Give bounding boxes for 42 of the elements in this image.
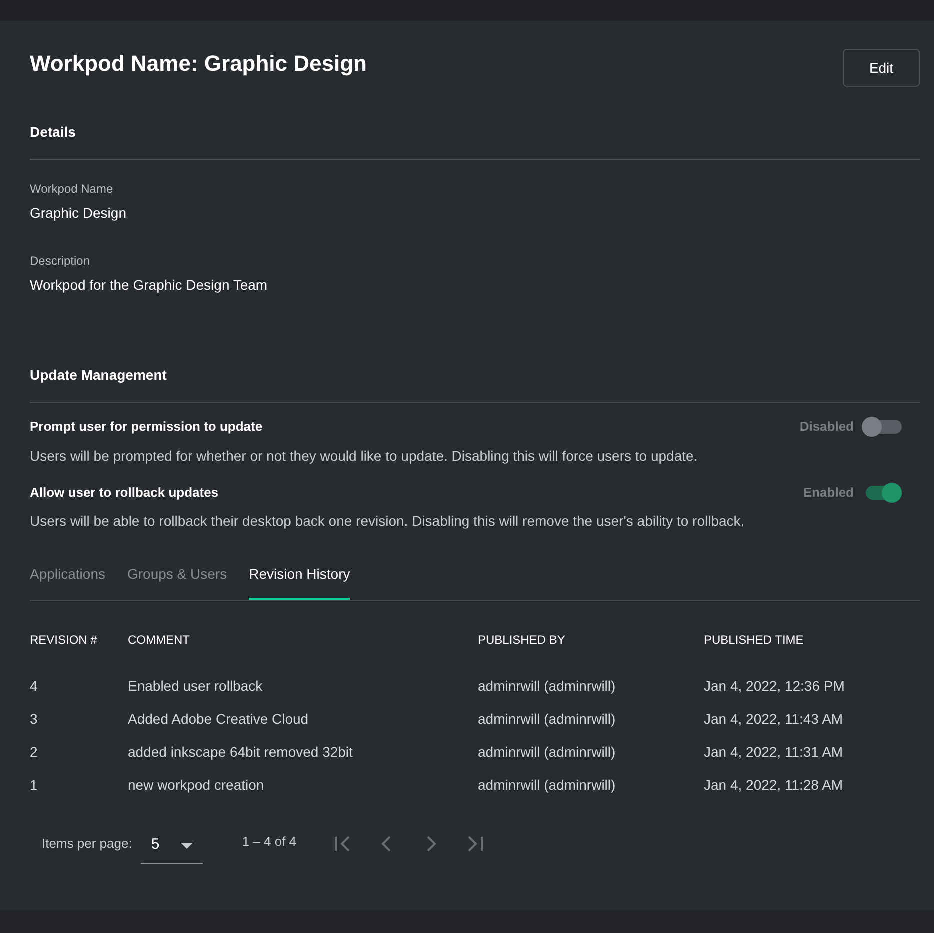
page-size-select[interactable]: 5	[141, 828, 204, 864]
column-header: PUBLISHED BY	[478, 633, 566, 647]
column-header: PUBLISHED TIME	[704, 633, 804, 647]
setting-title: Allow user to rollback updates	[30, 484, 220, 502]
table-cell: new workpod creation	[128, 776, 264, 792]
field-value: Workpod for the Graphic Design Team	[30, 276, 269, 295]
field-label: Description	[30, 253, 92, 270]
table-cell: Jan 4, 2022, 11:31 AM	[704, 744, 844, 760]
column-header: REVISION #	[30, 633, 98, 647]
setting-title: Prompt user for permission to update	[30, 418, 264, 436]
toggle-state-label: Disabled	[800, 418, 854, 436]
tab[interactable]: Applications	[30, 562, 106, 600]
table-cell: adminrwill (adminrwill)	[478, 744, 616, 760]
tab[interactable]: Revision History	[249, 562, 350, 600]
table-cell: Jan 4, 2022, 12:36 PM	[704, 678, 845, 694]
tab[interactable]: Groups & Users	[128, 562, 228, 600]
table-cell: Jan 4, 2022, 11:43 AM	[704, 710, 844, 726]
field-value: Graphic Design	[30, 204, 128, 223]
table-cell: Enabled user rollback	[128, 678, 263, 694]
setting-description: Users will be able to rollback their desktop back one revision. Disabling this will remove the user's ability to rollback.	[30, 512, 745, 531]
dropdown-caret-icon	[181, 842, 194, 848]
table-cell: adminrwill (adminrwill)	[478, 678, 616, 694]
column-header: COMMENT	[128, 633, 190, 647]
toggle-switch[interactable]	[862, 417, 902, 437]
field-label: Workpod Name	[30, 181, 114, 198]
table-cell: adminrwill (adminrwill)	[478, 710, 616, 726]
table-cell: Added Adobe Creative Cloud	[128, 710, 309, 726]
table-cell: 4	[30, 678, 38, 694]
items-per-page-label: Items per page:	[42, 835, 132, 854]
section-heading: Update Management	[30, 367, 167, 383]
page-title: Workpod Name: Graphic Design	[30, 53, 367, 75]
table-cell: 2	[30, 744, 38, 760]
section-heading: Details	[30, 124, 76, 140]
table-cell: added inkscape 64bit removed 32bit	[128, 744, 353, 760]
setting-description: Users will be prompted for whether or not they would like to update. Disabling this will force users to update.	[30, 446, 698, 466]
table-cell: adminrwill (adminrwill)	[478, 776, 616, 792]
table-cell: Jan 4, 2022, 11:28 AM	[704, 776, 844, 792]
table-cell: 1	[30, 776, 38, 792]
table-cell: 3	[30, 710, 38, 726]
edit-button[interactable]: Edit	[843, 49, 920, 87]
page-range: 1 – 4 of 4	[242, 833, 297, 852]
toggle-state-label: Enabled	[803, 484, 854, 502]
